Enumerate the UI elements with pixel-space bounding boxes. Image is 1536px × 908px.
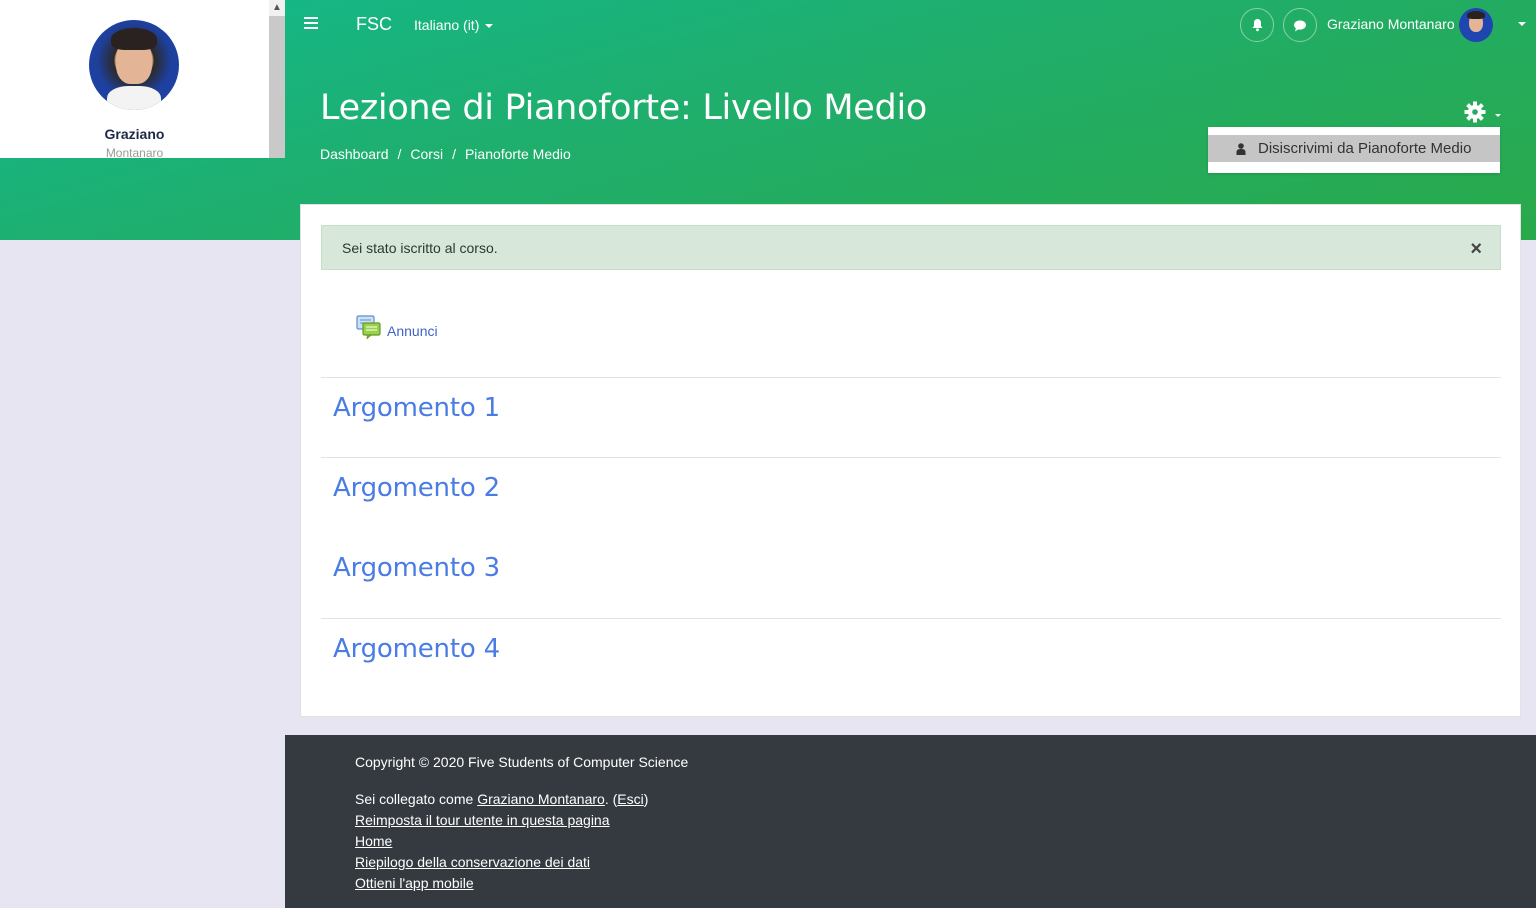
alert-close-icon[interactable]: ×	[1470, 238, 1482, 261]
alert-message: Sei stato iscritto al corso.	[342, 240, 498, 256]
section-divider	[321, 618, 1501, 619]
footer-copyright: Copyright © 2020 Five Students of Comput…	[355, 754, 689, 770]
logout-open: . (	[604, 791, 618, 807]
section-divider	[321, 377, 1501, 378]
chevron-down-icon	[485, 24, 494, 29]
language-label: Italiano (it)	[414, 17, 480, 33]
footer-logged-in-info: Sei collegato come Graziano Montanaro. (…	[355, 791, 648, 807]
breadcrumb-item-corsi[interactable]: Corsi	[410, 146, 443, 162]
notifications-button[interactable]	[1240, 8, 1274, 42]
unenrol-label: Disiscrivimi da Pianoforte Medio	[1258, 140, 1472, 157]
sidebar-scrollbar[interactable]: ▲	[269, 0, 285, 158]
reset-tour-link[interactable]: Reimposta il tour utente in questa pagin…	[355, 812, 610, 828]
data-retention-link[interactable]: Riepilogo della conservazione dei dati	[355, 854, 590, 870]
sidebar-user-last-name: Montanaro	[105, 146, 164, 158]
chat-bubble-icon	[1294, 19, 1306, 31]
breadcrumb-separator: /	[397, 146, 402, 162]
logged-in-prefix: Sei collegato come	[355, 791, 478, 807]
forum-icon	[356, 315, 381, 339]
scroll-up-arrow-icon[interactable]: ▲	[269, 0, 285, 16]
page-title: Lezione di Pianoforte: Livello Medio	[320, 88, 927, 128]
topic-1-link[interactable]: Argomento 1	[333, 393, 500, 423]
announcements-link[interactable]: Annunci	[356, 315, 438, 339]
site-brand-link[interactable]: FSC	[356, 14, 392, 35]
logout-link[interactable]: Esci	[617, 791, 643, 807]
topic-4-link[interactable]: Argomento 4	[333, 634, 500, 664]
settings-dropdown-menu: Disiscrivimi da Pianoforte Medio	[1208, 127, 1500, 173]
user-menu-chevron-down-icon[interactable]	[1518, 22, 1526, 26]
home-link[interactable]: Home	[355, 833, 392, 849]
page-footer: Copyright © 2020 Five Students of Comput…	[285, 735, 1536, 908]
sidebar: Graziano Montanaro ▲	[0, 0, 285, 158]
breadcrumb: Dashboard / Corsi / Pianoforte Medio	[320, 146, 571, 162]
sidebar-avatar[interactable]	[89, 20, 179, 110]
course-content-card: Sei stato iscritto al corso. × Annunci A…	[300, 204, 1521, 717]
announcements-label: Annunci	[387, 323, 438, 339]
user-avatar[interactable]	[1459, 8, 1493, 42]
unenrol-menu-item[interactable]: Disiscrivimi da Pianoforte Medio	[1208, 135, 1500, 162]
footer-user-link[interactable]: Graziano Montanaro	[477, 791, 605, 807]
section-divider	[321, 457, 1501, 458]
breadcrumb-item-dashboard[interactable]: Dashboard	[320, 146, 389, 162]
user-menu-name[interactable]: Graziano Montanaro	[1327, 16, 1455, 32]
topic-2-link[interactable]: Argomento 2	[333, 473, 500, 503]
nav-drawer-toggle-button[interactable]	[304, 17, 318, 31]
breadcrumb-item-course[interactable]: Pianoforte Medio	[465, 146, 571, 162]
enrolment-success-alert: Sei stato iscritto al corso. ×	[321, 225, 1501, 270]
course-settings-button[interactable]	[1463, 100, 1501, 124]
logout-close: )	[643, 791, 649, 807]
mobile-app-link[interactable]: Ottieni l'app mobile	[355, 875, 474, 891]
gear-icon	[1464, 101, 1501, 123]
language-menu[interactable]: Italiano (it)	[414, 17, 494, 33]
topic-3-link[interactable]: Argomento 3	[333, 553, 500, 583]
messages-button[interactable]	[1283, 8, 1317, 42]
bell-icon	[1252, 19, 1262, 32]
user-icon	[1236, 142, 1246, 155]
sidebar-user-first-name: Graziano	[104, 126, 165, 142]
breadcrumb-separator: /	[452, 146, 456, 162]
